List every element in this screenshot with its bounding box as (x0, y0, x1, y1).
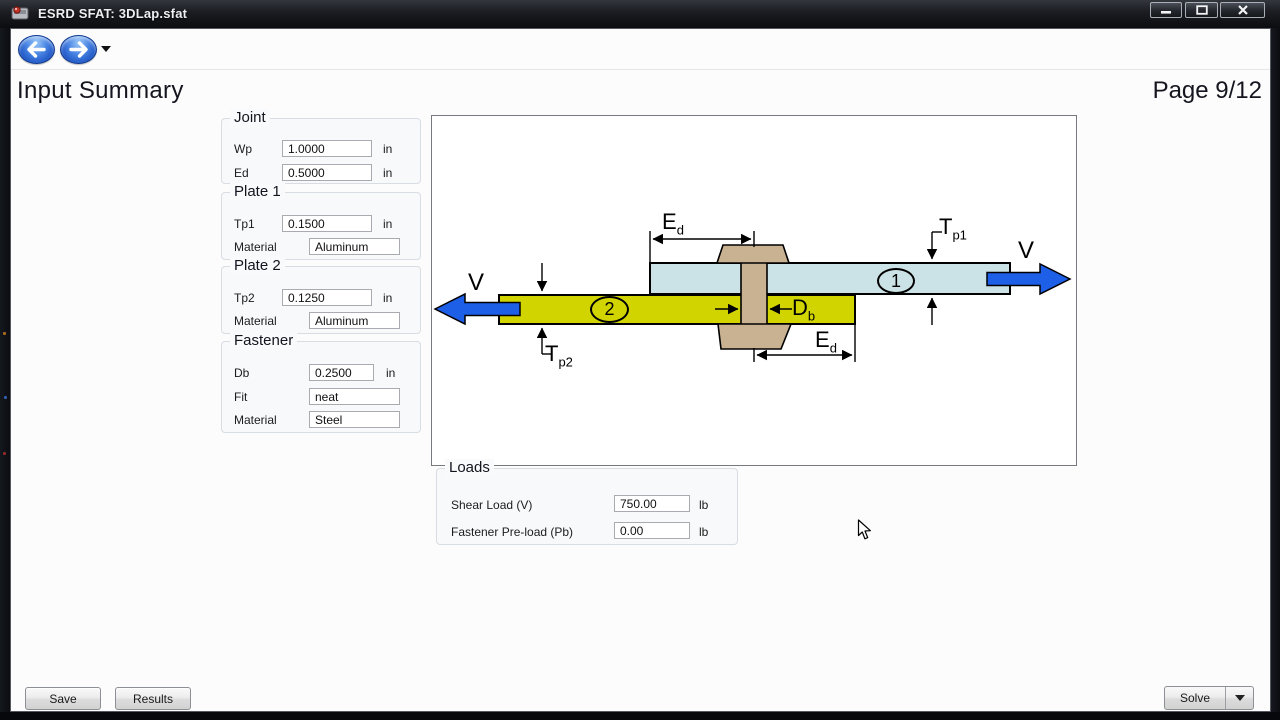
db-unit: in (386, 366, 395, 380)
solve-split-button: Solve (1164, 686, 1254, 710)
client-area: Input Summary Page 9/12 Joint Wp in Ed i… (10, 28, 1271, 712)
plate1-groupbox: Plate 1 Tp1 in Material (221, 192, 421, 260)
save-button[interactable]: Save (25, 687, 101, 710)
close-icon (1237, 5, 1248, 15)
chevron-down-icon (1235, 695, 1245, 701)
plate1-number-badge: 1 (877, 268, 915, 294)
plate2-material-label: Material (234, 314, 277, 328)
ed-label: Ed (234, 166, 249, 180)
tp2-unit: in (383, 291, 392, 305)
loads-groupbox: Loads Shear Load (V) lb Fastener Pre-loa… (436, 468, 738, 545)
forward-dropdown-caret[interactable] (101, 46, 111, 52)
lap-joint-diagram: Ed Ed Db Tp1 Tp2 V V 1 2 (431, 115, 1077, 466)
desktop-edge-right (1271, 0, 1280, 720)
solve-button[interactable]: Solve (1165, 687, 1225, 709)
fit-input[interactable] (309, 388, 400, 405)
plate1-material-input[interactable] (309, 238, 400, 255)
desktop-speck (4, 396, 7, 399)
shear-label-right: V (1018, 239, 1034, 263)
loads-title: Loads (445, 459, 494, 476)
forward-button[interactable] (60, 35, 97, 64)
window-title: ESRD SFAT: 3DLap.sfat (38, 6, 187, 21)
back-button[interactable] (18, 35, 55, 64)
lap-joint-drawing (432, 116, 1076, 465)
app-icon (11, 4, 31, 22)
fastener-title: Fastener (230, 332, 297, 349)
db-label: Db (234, 366, 249, 380)
plate2-number-badge: 2 (590, 296, 629, 323)
solve-dropdown-button[interactable] (1225, 687, 1253, 709)
tp1-label: Tp1 (234, 217, 255, 231)
maximize-icon (1196, 5, 1208, 15)
tp1-input[interactable] (282, 215, 372, 232)
fastener-head-bottom-shape (718, 324, 791, 349)
preload-input[interactable] (614, 522, 690, 539)
desktop-speck (3, 332, 6, 335)
toolbar-separator (11, 69, 1270, 70)
joint-groupbox: Joint Wp in Ed in (221, 118, 421, 184)
fastener-material-input[interactable] (309, 411, 400, 428)
back-arrow-icon (19, 36, 54, 63)
tp2-label: Tp2 (234, 291, 255, 305)
forward-arrow-icon (61, 36, 96, 63)
tp2-dim-label: Tp2 (545, 343, 573, 368)
preload-label: Fastener Pre-load (Pb) (451, 525, 573, 539)
plate1-shape (650, 263, 1010, 294)
desktop-edge-bottom (0, 712, 1280, 720)
db-input[interactable] (309, 364, 374, 381)
page-title: Input Summary (17, 77, 184, 105)
desktop-speck (3, 452, 6, 455)
ed-input[interactable] (282, 164, 372, 181)
tp1-dim-label: Tp1 (939, 216, 967, 241)
fit-label: Fit (234, 390, 247, 404)
plate1-material-label: Material (234, 240, 277, 254)
minimize-button[interactable] (1150, 2, 1182, 18)
tp1-unit: in (383, 217, 392, 231)
plate1-title: Plate 1 (230, 183, 285, 200)
ed-bottom-dim-label: Ed (815, 329, 837, 354)
preload-unit: lb (699, 525, 708, 539)
close-button[interactable] (1220, 2, 1265, 18)
window-titlebar: ESRD SFAT: 3DLap.sfat (0, 0, 1280, 28)
maximize-button[interactable] (1185, 2, 1218, 18)
shear-load-input[interactable] (614, 495, 690, 512)
tp2-input[interactable] (282, 289, 372, 306)
joint-title: Joint (230, 109, 270, 126)
wp-unit: in (383, 142, 392, 156)
ed-unit: in (383, 166, 392, 180)
fastener-groupbox: Fastener Db in Fit Material (221, 341, 421, 433)
page-indicator: Page 9/12 (1153, 77, 1262, 105)
results-button[interactable]: Results (115, 687, 191, 710)
fastener-material-label: Material (234, 413, 277, 427)
wp-input[interactable] (282, 140, 372, 157)
fastener-head-top-shape (717, 245, 789, 263)
ed-top-dim-label: Ed (662, 211, 684, 236)
wp-label: Wp (234, 142, 252, 156)
db-dim-label: Db (792, 297, 815, 322)
desktop-edge-left (0, 0, 10, 720)
mouse-cursor (857, 519, 872, 541)
shear-load-label: Shear Load (V) (451, 498, 532, 512)
shear-load-unit: lb (699, 498, 708, 512)
shear-label-left: V (468, 271, 484, 295)
plate2-title: Plate 2 (230, 257, 285, 274)
plate2-material-input[interactable] (309, 312, 400, 329)
minimize-icon (1160, 5, 1172, 15)
plate2-groupbox: Plate 2 Tp2 in Material (221, 266, 421, 334)
